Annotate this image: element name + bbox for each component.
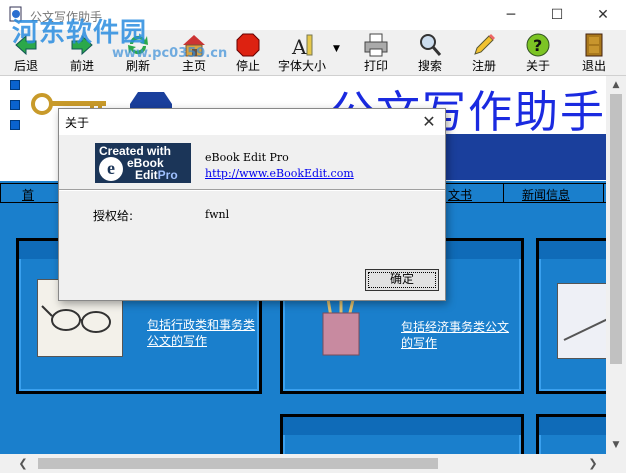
stop-button[interactable]: 停止	[228, 32, 268, 74]
card-image[interactable]	[557, 283, 606, 359]
card-header	[283, 417, 521, 435]
home-label: 主页	[181, 59, 206, 73]
banner-bullet	[10, 100, 20, 110]
nav-divider	[603, 184, 604, 202]
banner-strip	[440, 134, 606, 180]
product-name: eBook Edit Pro	[205, 151, 289, 164]
back-label: 后退	[13, 59, 38, 73]
logo-letter: e	[99, 157, 123, 181]
nav-home-link[interactable]: 首	[22, 186, 34, 203]
about-label: 关于	[525, 59, 550, 73]
dialog-title-bar: 关于 ✕	[59, 109, 445, 135]
stop-label: 停止	[235, 59, 260, 73]
forward-label: 前进	[69, 59, 94, 73]
search-label: 搜索	[417, 59, 442, 73]
print-button[interactable]: 打印	[356, 32, 396, 74]
printer-icon	[364, 33, 388, 57]
stop-icon	[236, 33, 260, 57]
close-button[interactable]: ✕	[580, 0, 626, 30]
logo-pro-text: Pro	[157, 168, 178, 182]
card-link-economy[interactable]: 包括经济事务类公文的写作	[401, 319, 511, 351]
help-icon: ?	[526, 33, 550, 57]
horizontal-scrollbar[interactable]: ❮ ❯	[0, 454, 606, 473]
category-card	[536, 238, 606, 394]
scroll-right-arrow[interactable]: ❯	[584, 454, 602, 473]
font-size-dropdown-arrow[interactable]: ▼	[333, 44, 340, 54]
exit-label: 退出	[581, 59, 606, 73]
svg-text:A: A	[291, 35, 307, 58]
print-label: 打印	[363, 59, 388, 73]
pen-icon	[563, 318, 606, 341]
svg-text:?: ?	[533, 36, 542, 55]
horizontal-scroll-thumb[interactable]	[38, 458, 438, 469]
card-header	[539, 241, 606, 259]
font-size-button[interactable]: A 字体大小	[276, 32, 328, 74]
logo-line3: EditPro	[135, 168, 178, 182]
vertical-scroll-thumb[interactable]	[610, 94, 622, 364]
minimize-button[interactable]: ─	[488, 0, 534, 30]
nav-docs-link[interactable]: 文书	[448, 186, 472, 203]
pencil-icon	[474, 34, 495, 55]
ebook-edit-pro-logo: Created with e eBook EditPro	[95, 143, 191, 183]
scroll-left-arrow[interactable]: ❮	[14, 454, 32, 473]
dialog-title: 关于	[65, 116, 90, 130]
register-label: 注册	[471, 59, 496, 73]
font-size-label: 字体大小	[277, 59, 326, 73]
nav-divider	[503, 184, 504, 202]
maximize-button[interactable]: ☐	[534, 0, 580, 30]
nav-news-link[interactable]: 新闻信息	[522, 186, 570, 203]
category-card	[280, 414, 524, 454]
banner-bullet	[10, 80, 20, 90]
scroll-corner	[606, 454, 626, 473]
scroll-down-arrow[interactable]: ▼	[606, 436, 626, 454]
register-button[interactable]: 注册	[464, 32, 504, 74]
product-url-link[interactable]: http://www.eBookEdit.com	[205, 167, 354, 180]
watermark: 河东软件园	[12, 18, 148, 48]
about-dialog: 关于 ✕ Created with e eBook EditPro eBook …	[58, 108, 446, 301]
search-button[interactable]: 搜索	[410, 32, 450, 74]
about-button[interactable]: ? 关于	[518, 32, 558, 74]
magnifier-icon	[420, 34, 442, 56]
exit-button[interactable]: 退出	[574, 32, 614, 74]
nav-divider	[0, 184, 1, 202]
scroll-up-arrow[interactable]: ▲	[606, 76, 626, 94]
exit-door-icon	[585, 33, 603, 57]
banner-bullet	[10, 120, 20, 130]
vertical-scrollbar[interactable]: ▲ ▼	[606, 76, 626, 454]
category-card	[536, 414, 606, 454]
font-size-icon: A	[291, 34, 313, 58]
card-link-admin[interactable]: 包括行政类和事务类公文的写作	[147, 317, 257, 349]
license-label: 授权给:	[93, 209, 134, 223]
refresh-label: 刷新	[125, 59, 150, 73]
license-value: fwnl	[205, 208, 230, 221]
card-header	[539, 417, 606, 435]
dialog-close-button[interactable]: ✕	[417, 110, 441, 134]
dialog-divider	[59, 189, 445, 191]
watermark-url: www.pc0359.cn	[112, 46, 228, 61]
ok-button[interactable]: 确定	[365, 269, 439, 291]
logo-edit-text: Edit	[135, 168, 158, 182]
